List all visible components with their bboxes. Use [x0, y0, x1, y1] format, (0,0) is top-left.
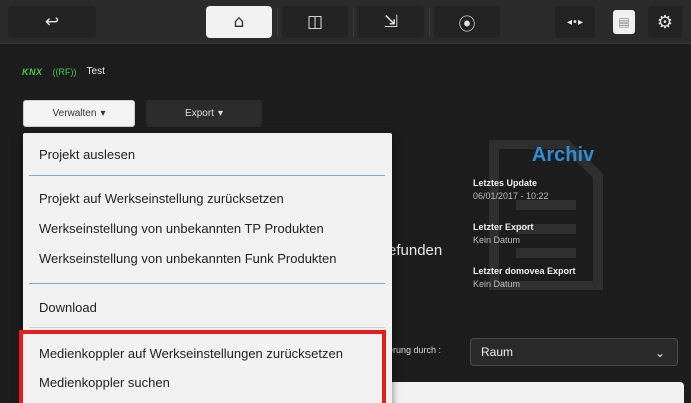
menu-divider — [29, 175, 385, 176]
last-update-label: Letztes Update — [473, 178, 538, 188]
toolbar-divider — [277, 8, 278, 36]
top-toolbar: ↩ ⌂ ◫ ⇲ ⦿ ◂•▸ ▤ ⚙ — [0, 0, 691, 44]
last-update-value: 06/01/2017 - 10:22 — [473, 191, 549, 201]
menu-item-medienkoppler-zuruecksetzen[interactable]: Medienkoppler auf Werkseinstellungen zur… — [39, 346, 343, 361]
back-icon: ↩ — [44, 12, 60, 32]
cube-icon: ◫ — [306, 12, 324, 32]
verwalten-button[interactable]: Verwalten ▾ — [23, 100, 135, 127]
last-domovea-export-value: Kein Datum — [473, 279, 521, 289]
knx-icon: KNX — [22, 66, 43, 77]
back-button[interactable]: ↩ — [8, 6, 96, 38]
toolbar-divider — [353, 8, 354, 36]
verwalten-label: Verwalten — [52, 108, 97, 119]
home-icon: ⌂ — [233, 12, 245, 32]
menu-item-projekt-zuruecksetzen[interactable]: Projekt auf Werkseinstellung zurücksetze… — [39, 191, 284, 206]
gear-icon: ⚙ — [656, 11, 674, 33]
found-text: efunden — [388, 242, 443, 259]
sort-select[interactable]: Raum ⌄ — [470, 338, 678, 366]
export-label: Export — [185, 108, 214, 119]
connect-icon: ◂•▸ — [567, 16, 583, 28]
menu-item-projekt-auslesen[interactable]: Projekt auslesen — [39, 147, 135, 162]
menu-item-funk-werkseinstellung[interactable]: Werkseinstellung von unbekannten Funk Pr… — [39, 251, 337, 266]
verwalten-dropdown-menu: Projekt auslesen Projekt auf Werkseinste… — [23, 133, 392, 403]
menu-item-tp-werkseinstellung[interactable]: Werkseinstellung von unbekannten TP Prod… — [39, 221, 324, 236]
import-icon: ⇲ — [383, 12, 399, 32]
document-button[interactable]: ▤ — [613, 10, 635, 34]
sort-select-value: Raum — [481, 345, 514, 359]
content-panel — [380, 382, 684, 403]
archive-title: Archiv — [531, 144, 595, 166]
caret-down-icon: ▾ — [100, 108, 106, 119]
menu-item-medienkoppler-suchen[interactable]: Medienkoppler suchen — [39, 375, 170, 390]
cube-tab[interactable]: ◫ — [282, 6, 348, 38]
toolbar-divider — [429, 8, 430, 36]
home-tab[interactable]: ⌂ — [206, 6, 272, 38]
document-icon: ▤ — [618, 15, 630, 29]
settings-button[interactable]: ⚙ — [648, 6, 682, 38]
connection-status: KNX ((RF)) Test — [22, 66, 105, 77]
menu-item-download[interactable]: Download — [39, 300, 97, 315]
connect-button[interactable]: ◂•▸ — [555, 6, 595, 38]
location-icon: ⦿ — [458, 14, 476, 35]
sort-by-label: erung durch : — [388, 345, 442, 355]
export-button[interactable]: Export ▾ — [146, 100, 262, 127]
project-name: Test — [86, 66, 105, 77]
menu-divider — [29, 327, 385, 328]
last-domovea-export-label: Letzter domovea Export — [473, 266, 576, 276]
app-window: ↩ ⌂ ◫ ⇲ ⦿ ◂•▸ ▤ ⚙ KNX ((RF)) Test Verwal… — [0, 0, 691, 403]
last-export-label: Letzter Export — [473, 222, 534, 232]
menu-divider — [29, 283, 385, 284]
caret-down-icon: ▾ — [217, 108, 223, 119]
chevron-down-icon: ⌄ — [654, 346, 665, 360]
import-tab[interactable]: ⇲ — [358, 6, 424, 38]
last-export-value: Kein Datum — [473, 235, 521, 245]
location-tab[interactable]: ⦿ — [434, 6, 500, 38]
rf-icon: ((RF)) — [52, 66, 77, 77]
